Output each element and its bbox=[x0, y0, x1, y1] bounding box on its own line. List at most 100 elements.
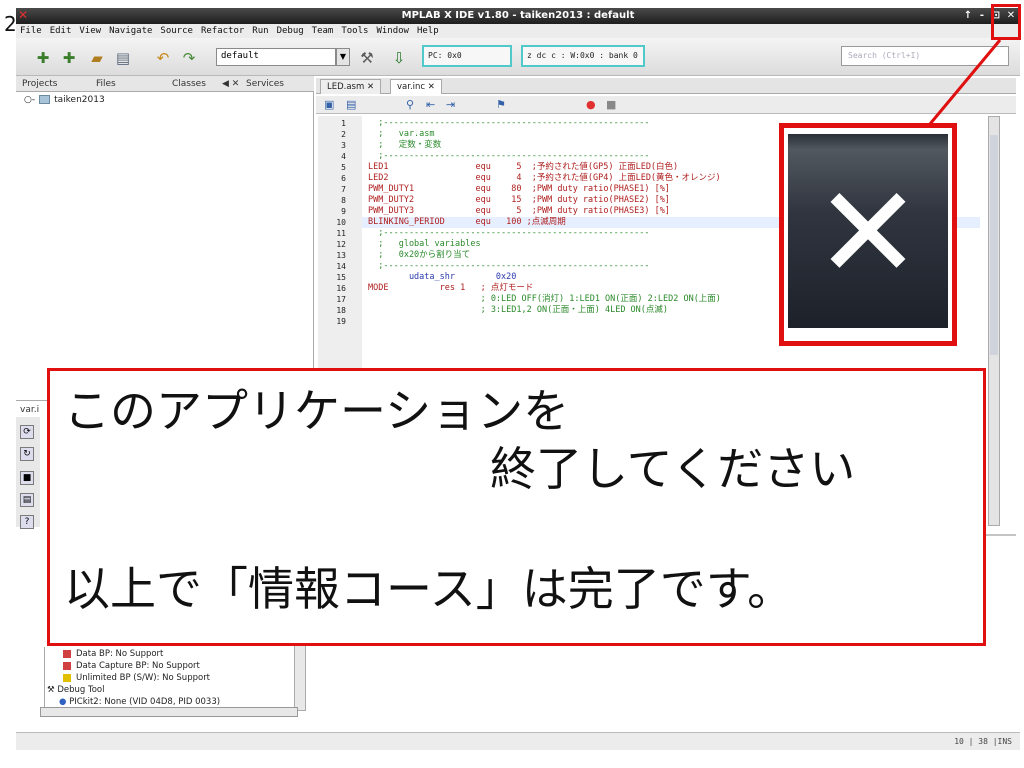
menu-debug[interactable]: Debug bbox=[273, 24, 308, 36]
code-line: ;---------------------------------------… bbox=[368, 151, 650, 161]
status-square-icon bbox=[63, 661, 71, 670]
info-icon: ● bbox=[59, 697, 70, 707]
find-next-icon[interactable]: ⇥ bbox=[446, 98, 455, 111]
editor-scrollbar[interactable] bbox=[988, 116, 1000, 526]
source-view-icon[interactable]: ▣ bbox=[324, 98, 334, 111]
tab-led-asm[interactable]: LED.asm ✕ bbox=[320, 79, 382, 94]
code-line: ;---------------------------------------… bbox=[368, 118, 650, 128]
bookmark-icon[interactable]: ⚑ bbox=[496, 98, 506, 111]
left-panel-tabs: Projects Files Classes ◀ ✕ Services bbox=[16, 76, 314, 92]
tab-classes[interactable]: Classes bbox=[172, 79, 206, 89]
find-previous-icon[interactable]: ⇤ bbox=[426, 98, 435, 111]
line-number: 15 bbox=[336, 273, 346, 282]
close-icon: ✕ bbox=[814, 159, 922, 308]
project-folder-icon bbox=[39, 95, 51, 104]
navigator-horizontal-scrollbar[interactable] bbox=[40, 707, 298, 717]
status-square-icon bbox=[63, 649, 71, 658]
ide-window: ✕ MPLAB X IDE v1.80 - taiken2013 : defau… bbox=[0, 0, 1024, 768]
menu-tools[interactable]: Tools bbox=[337, 24, 372, 36]
line-number: 14 bbox=[336, 262, 346, 271]
close-tab-icon[interactable]: ◀ ✕ bbox=[222, 79, 239, 89]
navigator-toolbar: ⟳ ↻ ■ ▤ ? bbox=[16, 417, 40, 529]
history-icon[interactable]: ▤ bbox=[346, 98, 356, 111]
code-line: ; global variables bbox=[368, 239, 481, 249]
menu-run[interactable]: Run bbox=[248, 24, 272, 36]
configuration-select[interactable]: default bbox=[216, 48, 336, 66]
navigator-tab[interactable]: var.i bbox=[20, 405, 39, 415]
cursor-position: 10 | 38 |INS bbox=[954, 737, 1012, 746]
list-item: Data BP: No Support bbox=[63, 649, 163, 659]
menu-bar: File Edit View Navigate Source Refactor Run Deb… bbox=[16, 24, 1020, 38]
menu-edit[interactable]: Edit bbox=[46, 24, 76, 36]
new-project-icon[interactable]: ✚ bbox=[58, 48, 80, 68]
code-line: ; 定数・変数 bbox=[368, 140, 442, 150]
scrollbar-thumb[interactable] bbox=[990, 135, 998, 355]
minimize-button[interactable]: - bbox=[976, 9, 988, 22]
code-line: ; var.asm bbox=[368, 129, 435, 139]
line-number: 6 bbox=[341, 174, 346, 183]
open-project-icon[interactable]: ▰ bbox=[86, 48, 108, 68]
redo-icon[interactable]: ↷ bbox=[178, 48, 200, 68]
tool-icon: ⚒ bbox=[47, 685, 58, 695]
help-icon[interactable]: ? bbox=[20, 515, 34, 529]
pin-icon[interactable]: ↑ bbox=[962, 9, 974, 22]
line-number: 9 bbox=[341, 207, 346, 216]
line-number: 19 bbox=[336, 317, 346, 326]
pdf-icon[interactable]: ▤ bbox=[20, 493, 34, 507]
line-number: 12 bbox=[336, 240, 346, 249]
line-number: 4 bbox=[341, 152, 346, 161]
menu-help[interactable]: Help bbox=[413, 24, 443, 36]
build-icon[interactable]: ⚒ bbox=[356, 48, 378, 68]
code-line: ; 0:LED OFF(消灯) 1:LED1 ON(正面) 2:LED2 ON(… bbox=[368, 294, 721, 304]
code-line: udata_shr 0x20 bbox=[368, 272, 517, 282]
menu-navigate[interactable]: Navigate bbox=[105, 24, 156, 36]
menu-team[interactable]: Team bbox=[308, 24, 338, 36]
chevron-down-icon[interactable]: ▼ bbox=[336, 48, 350, 66]
line-number-gutter: 1 2 3 4 5 6 7 8 9 10 11 12 13 14 15 16 1… bbox=[318, 116, 362, 370]
program-device-icon[interactable]: ⇩ bbox=[388, 48, 410, 68]
window-title: MPLAB X IDE v1.80 - taiken2013 : default bbox=[401, 10, 635, 21]
instruction-line-2: 終了してください bbox=[490, 442, 856, 496]
code-line: PWM_DUTY1 equ 80 ;PWM duty ratio(PHASE1)… bbox=[368, 184, 670, 194]
code-line: ; 0x20から割り当て bbox=[368, 250, 471, 260]
tab-projects[interactable]: Projects bbox=[22, 79, 57, 89]
menu-view[interactable]: View bbox=[75, 24, 105, 36]
status-bar: 10 | 38 |INS bbox=[16, 732, 1020, 750]
code-line: ;---------------------------------------… bbox=[368, 261, 650, 271]
code-line: ; 3:LED1,2 ON(正面・上面) 4LED ON(点滅) bbox=[368, 305, 669, 315]
line-number: 8 bbox=[341, 196, 346, 205]
project-tree-item[interactable]: ○- taiken2013 bbox=[24, 95, 105, 105]
reconnect-icon[interactable]: ↻ bbox=[20, 447, 34, 461]
status-register-display: z dc c : W:0x0 : bank 0 bbox=[521, 45, 645, 67]
menu-refactor[interactable]: Refactor bbox=[197, 24, 248, 36]
find-icon[interactable]: ⚲ bbox=[406, 98, 414, 111]
stop-macro-icon[interactable]: ■ bbox=[606, 98, 616, 111]
refresh-icon[interactable]: ⟳ bbox=[20, 425, 34, 439]
close-button-zoom-callout: ✕ bbox=[779, 123, 957, 346]
status-square-icon bbox=[63, 673, 71, 682]
tab-services[interactable]: Services bbox=[246, 79, 284, 89]
editor-toolbar: ▣ ▤ ⚲ ⇤ ⇥ ⚑ ● ■ bbox=[316, 96, 1016, 114]
undo-icon[interactable]: ↶ bbox=[152, 48, 174, 68]
instruction-line-3: 以上で「情報コース」は完了です。 bbox=[64, 562, 794, 616]
line-number: 16 bbox=[336, 284, 346, 293]
code-line: LED2 equ 4 ;予約された値(GP4) 上面LED(黄色・オレンジ) bbox=[368, 173, 721, 183]
line-number: 11 bbox=[336, 229, 346, 238]
halt-icon[interactable]: ■ bbox=[20, 471, 34, 485]
menu-window[interactable]: Window bbox=[372, 24, 413, 36]
save-all-icon[interactable]: ▤ bbox=[112, 48, 134, 68]
list-item[interactable]: ⚒ Debug Tool bbox=[47, 685, 105, 695]
new-file-icon[interactable]: ✚ bbox=[32, 48, 54, 68]
tab-var-inc[interactable]: var.inc ✕ bbox=[390, 79, 442, 94]
search-input[interactable]: Search (Ctrl+I) bbox=[841, 46, 1009, 66]
list-item: ● PICkit2: None (VID 04D8, PID 0033) bbox=[59, 697, 221, 707]
projects-panel: ○- taiken2013 bbox=[16, 92, 314, 398]
line-number: 7 bbox=[341, 185, 346, 194]
menu-source[interactable]: Source bbox=[156, 24, 197, 36]
tab-files[interactable]: Files bbox=[96, 79, 116, 89]
record-macro-icon[interactable]: ● bbox=[586, 98, 596, 111]
code-line: LED1 equ 5 ;予約された値(GP5) 正面LED(白色) bbox=[368, 162, 679, 172]
expand-icon[interactable]: ○- bbox=[24, 95, 35, 105]
menu-file[interactable]: File bbox=[16, 24, 46, 36]
code-line: MODE res 1 ; 点灯モード bbox=[368, 283, 534, 293]
